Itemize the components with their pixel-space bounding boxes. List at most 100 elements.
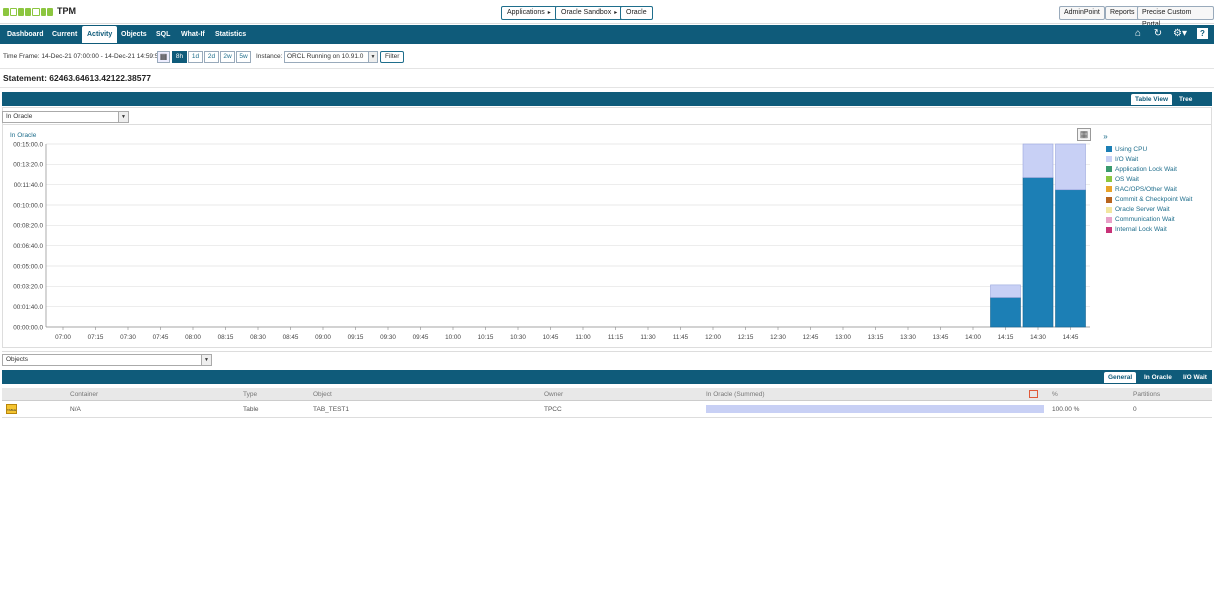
x-tick-label: 14:15 — [998, 334, 1014, 341]
x-tick-label: 07:45 — [153, 334, 169, 341]
y-tick-label: 00:11:40.0 — [14, 182, 44, 189]
tab-io-wait[interactable]: I/O Wait — [1179, 372, 1211, 383]
tab-table-view[interactable]: Table View — [1131, 94, 1172, 105]
cell-type: Table — [243, 406, 259, 413]
chevron-down-icon: ▼ — [201, 355, 211, 365]
tab-general[interactable]: General — [1104, 372, 1137, 383]
legend-swatch — [1106, 146, 1112, 153]
tab-in-oracle[interactable]: In Oracle — [1140, 372, 1176, 383]
legend-label: Application Lock Wait — [1115, 165, 1177, 173]
x-tick-label: 09:15 — [348, 334, 364, 341]
y-tick-label: 00:00:00.0 — [13, 324, 43, 331]
chevron-down-icon: ▼ — [118, 112, 128, 122]
y-tick-label: 00:13:20.0 — [13, 162, 43, 169]
home-icon[interactable]: ⌂ — [1132, 28, 1144, 40]
column-partitions[interactable]: Partitions — [1133, 391, 1160, 398]
breadcrumb-oracle[interactable]: Oracle — [620, 6, 653, 20]
tab-sql[interactable]: SQL — [151, 26, 175, 43]
tab-what-if[interactable]: What-If — [176, 26, 210, 43]
column-chooser-icon[interactable] — [1029, 390, 1038, 398]
legend-label: Commit & Checkpoint Wait — [1115, 196, 1193, 204]
x-tick-label: 07:00 — [55, 334, 71, 341]
legend-label: Using CPU — [1115, 145, 1148, 153]
legend-item: OS Wait — [1106, 174, 1192, 184]
x-tick-label: 12:30 — [770, 334, 786, 341]
cell-owner: TPCC — [544, 406, 562, 413]
cell-object[interactable]: TAB_TEST1 — [313, 406, 349, 413]
time-frame-label: Time Frame: 14-Dec-21 07:00:00 - 14-Dec-… — [3, 53, 163, 60]
x-tick-label: 10:30 — [510, 334, 526, 341]
tab-tree-view[interactable]: Tree View — [1175, 94, 1212, 114]
view-tab-bar: Table View Tree View — [2, 92, 1212, 114]
tab-objects[interactable]: Objects — [116, 26, 152, 43]
x-tick-label: 09:30 — [380, 334, 396, 341]
top-bar: TPM Applications ▸ Oracle Sandbox ▸ Oracle… — [0, 0, 1214, 28]
cell-partitions: 0 — [1133, 406, 1137, 413]
legend-label: Internal Lock Wait — [1115, 226, 1167, 234]
expand-legend-icon[interactable]: » — [1100, 132, 1111, 142]
in-oracle-chart: In Oracle 00:00:00.0 00:01:40.0 00:03:20.0 0… — [10, 132, 1090, 341]
app-title: TPM — [57, 6, 76, 16]
tab-activity[interactable]: Activity — [82, 26, 118, 43]
legend-item: Internal Lock Wait — [1106, 225, 1192, 235]
x-tick-label: 14:00 — [965, 334, 981, 341]
x-tick-label: 09:00 — [315, 334, 331, 341]
help-icon[interactable]: ? — [1197, 28, 1208, 39]
reports-button[interactable]: Reports — [1105, 6, 1140, 20]
chart-title: In Oracle — [10, 132, 37, 139]
tab-dashboard[interactable]: Dashboard — [2, 26, 49, 43]
legend-label: I/O Wait — [1115, 155, 1139, 163]
divider — [0, 68, 1214, 69]
legend-swatch — [1106, 206, 1112, 213]
gear-icon[interactable]: ⚙▾ — [1171, 28, 1189, 40]
column-in-oracle-summed[interactable]: In Oracle (Summed) — [706, 391, 765, 398]
instance-select[interactable]: ORCL Running on 10.91.0 ▼ — [284, 51, 378, 63]
x-tick-label: 08:30 — [250, 334, 266, 341]
column-container[interactable]: Container — [70, 391, 98, 398]
column-type[interactable]: Type — [243, 391, 257, 398]
divider — [0, 87, 1214, 88]
filter-button[interactable]: Filter — [380, 51, 405, 63]
adminpoint-button[interactable]: AdminPoint — [1059, 6, 1105, 20]
tab-current[interactable]: Current — [47, 26, 82, 43]
x-tick-label: 08:15 — [218, 334, 234, 341]
range-2d[interactable]: 2d — [204, 51, 219, 63]
metric-select[interactable]: In Oracle ▼ — [2, 111, 129, 123]
bar-i-o-wait — [1022, 143, 1054, 178]
bar-using-cpu — [1055, 189, 1086, 328]
cell-container: N/A — [70, 406, 81, 413]
bar-using-cpu — [1022, 177, 1054, 328]
x-tick-label: 14:30 — [1030, 334, 1046, 341]
objects-select[interactable]: Objects ▼ — [2, 354, 212, 366]
range-5w[interactable]: 5w — [236, 51, 251, 63]
custom-portal-button[interactable]: Precise Custom Portal — [1137, 6, 1214, 28]
legend-label: Oracle Server Wait — [1115, 206, 1170, 214]
x-tick-label: 11:45 — [673, 334, 689, 341]
y-tick-label: 00:10:00.0 — [13, 202, 43, 209]
range-8h[interactable]: 8h — [172, 51, 187, 63]
instance-label: Instance: — [256, 53, 283, 60]
column-object[interactable]: Object — [313, 391, 332, 398]
in-oracle-bar — [706, 405, 1044, 413]
tab-statistics[interactable]: Statistics — [210, 26, 251, 43]
range-2w[interactable]: 2w — [220, 51, 235, 63]
statement-title: Statement: 62463.64613.42122.38577 — [3, 73, 151, 83]
breadcrumb-applications[interactable]: Applications ▸ — [501, 6, 557, 20]
column-owner[interactable]: Owner — [544, 391, 563, 398]
refresh-icon[interactable]: ↻ — [1152, 28, 1164, 40]
bar-i-o-wait — [1055, 143, 1086, 191]
table-row[interactable]: TABLE N/A Table TAB_TEST1 TPCC 100.00 % … — [2, 401, 1212, 418]
legend-label: Communication Wait — [1115, 216, 1175, 224]
legend-item: Using CPU — [1106, 144, 1192, 154]
column-percent[interactable]: % — [1052, 391, 1058, 398]
range-1d[interactable]: 1d — [188, 51, 203, 63]
legend-label: OS Wait — [1115, 175, 1139, 183]
y-tick-label: 00:06:40.0 — [13, 243, 43, 250]
calendar-icon[interactable]: ▦ — [157, 51, 170, 63]
breadcrumb-oracle-sandbox[interactable]: Oracle Sandbox ▸ — [555, 6, 624, 20]
x-tick-label: 11:15 — [608, 334, 624, 341]
table-header: Container Type Object Owner In Oracle (S… — [2, 388, 1212, 401]
x-tick-label: 10:45 — [543, 334, 559, 341]
legend-label: RAC/OPS/Other Wait — [1115, 185, 1177, 193]
detail-tab-bar: General In Oracle I/O Wait — [2, 370, 1212, 384]
